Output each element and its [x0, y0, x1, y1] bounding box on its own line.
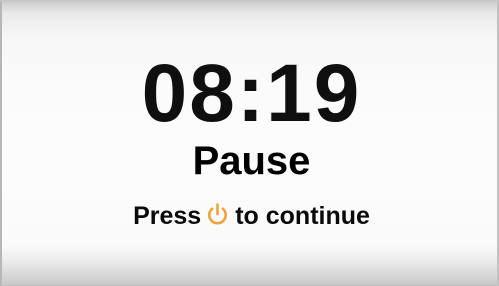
continue-hint: Press to continue: [2, 199, 499, 233]
power-icon: [205, 202, 230, 227]
hint-text-continue: to continue: [235, 202, 370, 230]
hint-text-press: Press: [133, 202, 202, 230]
elapsed-timer: 08:19: [141, 48, 362, 139]
pause-status-label: Pause: [192, 139, 311, 183]
pause-dialog: 08:19 Pause Press to continue: [0, 0, 499, 286]
